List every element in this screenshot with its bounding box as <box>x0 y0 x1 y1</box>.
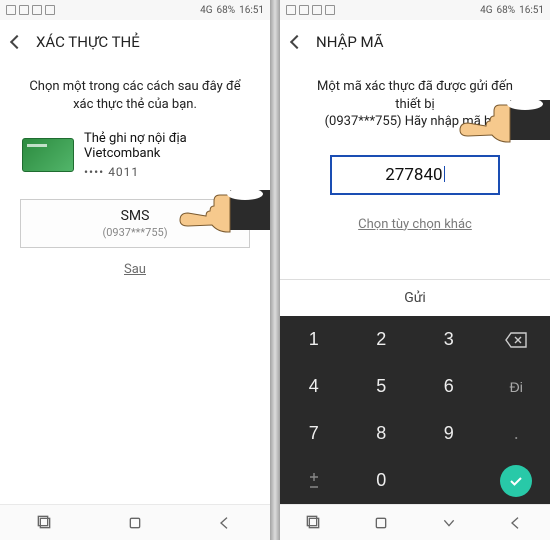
page-title: NHẬP MÃ <box>316 33 384 51</box>
back-icon[interactable] <box>290 35 304 49</box>
status-icon <box>325 5 335 15</box>
backspace-icon <box>505 332 527 348</box>
plusminus-icon <box>306 473 322 489</box>
key-0[interactable]: 0 <box>348 457 416 504</box>
status-bar: 4G 68% 16:51 <box>280 0 550 20</box>
instruction-text: Một mã xác thực đã được gửi đến thiết bị… <box>304 78 526 131</box>
check-icon <box>508 473 524 489</box>
later-link[interactable]: Sau <box>14 262 256 277</box>
home-icon[interactable] <box>127 515 143 531</box>
key-next[interactable]: Đi <box>483 363 550 410</box>
key-1[interactable]: 1 <box>280 316 348 363</box>
key-3[interactable]: 3 <box>415 316 483 363</box>
status-icon <box>312 5 322 15</box>
battery-label: 68% <box>497 5 516 16</box>
card-bank: Vietcombank <box>84 146 187 161</box>
card-row: Thẻ ghi nợ nội địa Vietcombank •••• 4011 <box>22 131 248 179</box>
key-empty <box>415 457 483 504</box>
status-icon <box>45 5 55 15</box>
key-6[interactable]: 6 <box>415 363 483 410</box>
back-icon[interactable] <box>10 35 24 49</box>
instruction-text: Chọn một trong các cách sau đây để xác t… <box>24 78 246 113</box>
clock-label: 16:51 <box>519 5 544 16</box>
send-button[interactable]: Gửi <box>280 279 550 316</box>
key-sign[interactable] <box>280 457 348 504</box>
battery-label: 68% <box>217 5 236 16</box>
card-image <box>22 138 74 172</box>
key-4[interactable]: 4 <box>280 363 348 410</box>
network-label: 4G <box>200 5 212 16</box>
sms-button[interactable]: SMS (0937***755) <box>20 199 250 248</box>
keyboard-hide-icon[interactable] <box>441 515 457 531</box>
home-icon[interactable] <box>373 515 389 531</box>
code-input[interactable]: 277840 <box>330 155 500 195</box>
recents-icon[interactable] <box>37 515 53 531</box>
key-backspace[interactable] <box>483 316 550 363</box>
back-nav-icon[interactable] <box>508 515 524 531</box>
key-9[interactable]: 9 <box>415 410 483 457</box>
clock-label: 16:51 <box>239 5 264 16</box>
sms-phone: (0937***755) <box>21 226 249 239</box>
divider <box>270 0 280 540</box>
header: NHẬP MÃ <box>280 20 550 64</box>
nav-bar <box>280 504 550 540</box>
status-icon <box>286 5 296 15</box>
key-done[interactable] <box>483 457 550 504</box>
nav-bar <box>0 504 270 540</box>
page-title: XÁC THỰC THẺ <box>36 33 140 51</box>
key-dot[interactable]: . <box>483 410 550 457</box>
key-2[interactable]: 2 <box>348 316 416 363</box>
key-8[interactable]: 8 <box>348 410 416 457</box>
status-icon <box>32 5 42 15</box>
code-value: 277840 <box>385 165 442 185</box>
card-last4: •••• 4011 <box>84 165 187 179</box>
sms-label: SMS <box>21 208 249 224</box>
status-icon <box>19 5 29 15</box>
recents-icon[interactable] <box>306 515 322 531</box>
network-label: 4G <box>480 5 492 16</box>
phone-right: 4G 68% 16:51 NHẬP MÃ Một mã xác thực đã … <box>280 0 550 540</box>
status-bar: 4G 68% 16:51 <box>0 0 270 20</box>
key-7[interactable]: 7 <box>280 410 348 457</box>
other-option-link[interactable]: Chọn tùy chọn khác <box>294 217 536 232</box>
phone-left: 4G 68% 16:51 XÁC THỰC THẺ Chọn một trong… <box>0 0 270 540</box>
card-name: Thẻ ghi nợ nội địa <box>84 131 187 146</box>
keypad: 1 2 3 4 5 6 Đi 7 8 9 . 0 <box>280 316 550 504</box>
status-icon <box>6 5 16 15</box>
header: XÁC THỰC THẺ <box>0 20 270 64</box>
status-icon <box>299 5 309 15</box>
key-5[interactable]: 5 <box>348 363 416 410</box>
back-nav-icon[interactable] <box>217 515 233 531</box>
